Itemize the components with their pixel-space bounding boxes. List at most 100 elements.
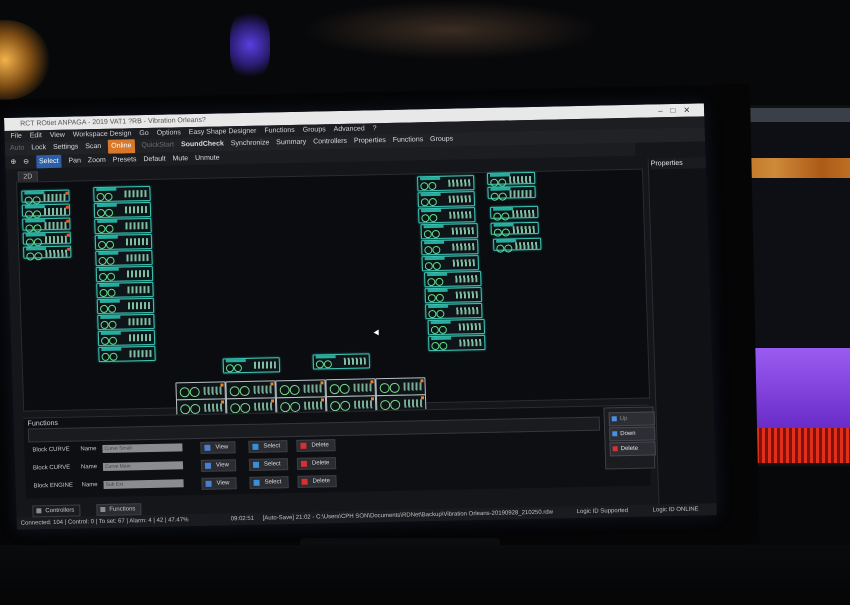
view-button[interactable]: View [200,441,236,454]
select-icon [253,479,260,486]
device-block[interactable] [93,201,152,219]
device-block[interactable] [95,265,154,283]
scan-button[interactable]: Scan [85,140,101,154]
up-button[interactable]: Up [608,411,655,427]
device-block[interactable] [424,271,482,288]
menu-go[interactable]: Go [139,130,149,137]
device-block[interactable] [96,281,154,299]
device-block[interactable] [94,233,153,251]
properties-button[interactable]: Properties [354,134,386,149]
default-button[interactable]: Default [143,153,166,166]
device-block[interactable] [424,287,483,304]
delete-button[interactable]: Delete [296,457,337,470]
menu-file[interactable]: File [10,133,21,140]
device-block[interactable] [425,303,483,320]
zoom-out-icon[interactable]: ⊖ [23,155,29,168]
device-block[interactable] [428,334,486,352]
status-time: 09:02:51 [230,515,255,523]
tab-controllers[interactable]: Controllers [32,504,81,518]
device-block[interactable] [23,245,72,261]
zoom-in-icon[interactable]: ⊕ [10,156,16,169]
delete-label: Delete [311,442,329,449]
view-button[interactable]: View [201,477,237,490]
device-block[interactable] [421,239,479,256]
device-block[interactable] [96,297,155,315]
delete-icon [612,446,618,452]
menu-easy-shape-designer[interactable]: Easy Shape Designer [189,128,257,136]
delete-function-button[interactable]: Delete [609,441,656,457]
mute-button[interactable]: Mute [172,152,188,165]
device-block[interactable] [22,217,71,233]
presets-button[interactable]: Presets [113,153,137,166]
device-block[interactable] [420,223,479,240]
desk [0,545,850,605]
lock-button[interactable]: Lock [31,141,46,155]
device-block[interactable] [312,353,371,370]
delete-label: Delete [311,460,330,467]
device-block[interactable] [21,189,70,205]
online-toggle-button[interactable]: Online [108,139,135,154]
pan-tool-button[interactable]: Pan [68,154,81,167]
device-block[interactable] [93,185,151,203]
device-block[interactable] [94,217,152,235]
zoom-tool-button[interactable]: Zoom [88,154,106,167]
functions-button[interactable]: Functions [393,133,424,148]
device-block[interactable] [486,171,536,187]
menu-edit[interactable]: Edit [30,132,42,139]
window-controls[interactable]: –□✕ [658,103,698,117]
device-block[interactable] [222,357,281,374]
view-label: View [216,480,230,487]
menu-options[interactable]: Options [157,129,181,137]
delete-button[interactable]: Delete [297,475,338,488]
menu-help[interactable]: ? [373,125,377,132]
function-name-input[interactable]: Curve Main [102,461,184,471]
device-block[interactable] [98,345,156,363]
synchronize-button[interactable]: Synchronize [231,136,270,151]
select-button[interactable]: Select [249,476,289,489]
device-block[interactable] [22,231,71,247]
device-block[interactable] [493,237,542,253]
function-name-input[interactable]: Curve Small [102,443,183,453]
delete-label: Delete [620,445,639,453]
select-button[interactable]: Select [248,440,288,453]
function-name-input[interactable]: Sub Ext [103,479,184,489]
device-block[interactable] [421,255,480,272]
groups-button[interactable]: Groups [430,133,453,147]
menu-advanced[interactable]: Advanced [334,125,365,133]
arrow-up-icon [611,416,617,422]
menu-workspace-design[interactable]: Workspace Design [73,130,132,138]
device-block[interactable] [427,318,486,336]
view-label: View [215,462,230,469]
device-block[interactable] [97,329,156,347]
menu-groups[interactable]: Groups [303,126,326,133]
device-block[interactable] [95,249,153,267]
device-block[interactable] [417,175,475,192]
summary-button[interactable]: Summary [276,136,306,151]
view-button[interactable]: View [200,459,237,472]
background-blue-light [230,10,270,80]
down-button[interactable]: Down [609,426,656,442]
menu-view[interactable]: View [50,132,65,139]
device-block[interactable] [97,313,155,331]
delete-button[interactable]: Delete [296,439,336,452]
arrow-down-icon [612,431,618,437]
select-button[interactable]: Select [248,458,288,471]
settings-button[interactable]: Settings [53,140,79,155]
menu-functions[interactable]: Functions [264,127,295,135]
controllers-button[interactable]: Controllers [313,135,347,150]
down-label: Down [620,430,636,438]
workspace-canvas[interactable] [16,168,651,418]
tab-functions[interactable]: Functions [96,503,142,517]
device-block[interactable] [487,185,536,201]
unmute-button[interactable]: Unmute [195,151,220,165]
soundcheck-button[interactable]: SoundCheck [181,137,224,152]
auto-button[interactable]: Auto [10,142,25,156]
device-block[interactable] [418,207,476,224]
device-block[interactable] [490,205,539,221]
device-block[interactable] [490,221,539,237]
device-block[interactable] [21,203,71,219]
up-label: Up [619,415,628,423]
device-block[interactable] [417,191,476,208]
quickstart-button[interactable]: QuickStart [141,138,174,153]
select-tool-button[interactable]: Select [35,154,62,169]
